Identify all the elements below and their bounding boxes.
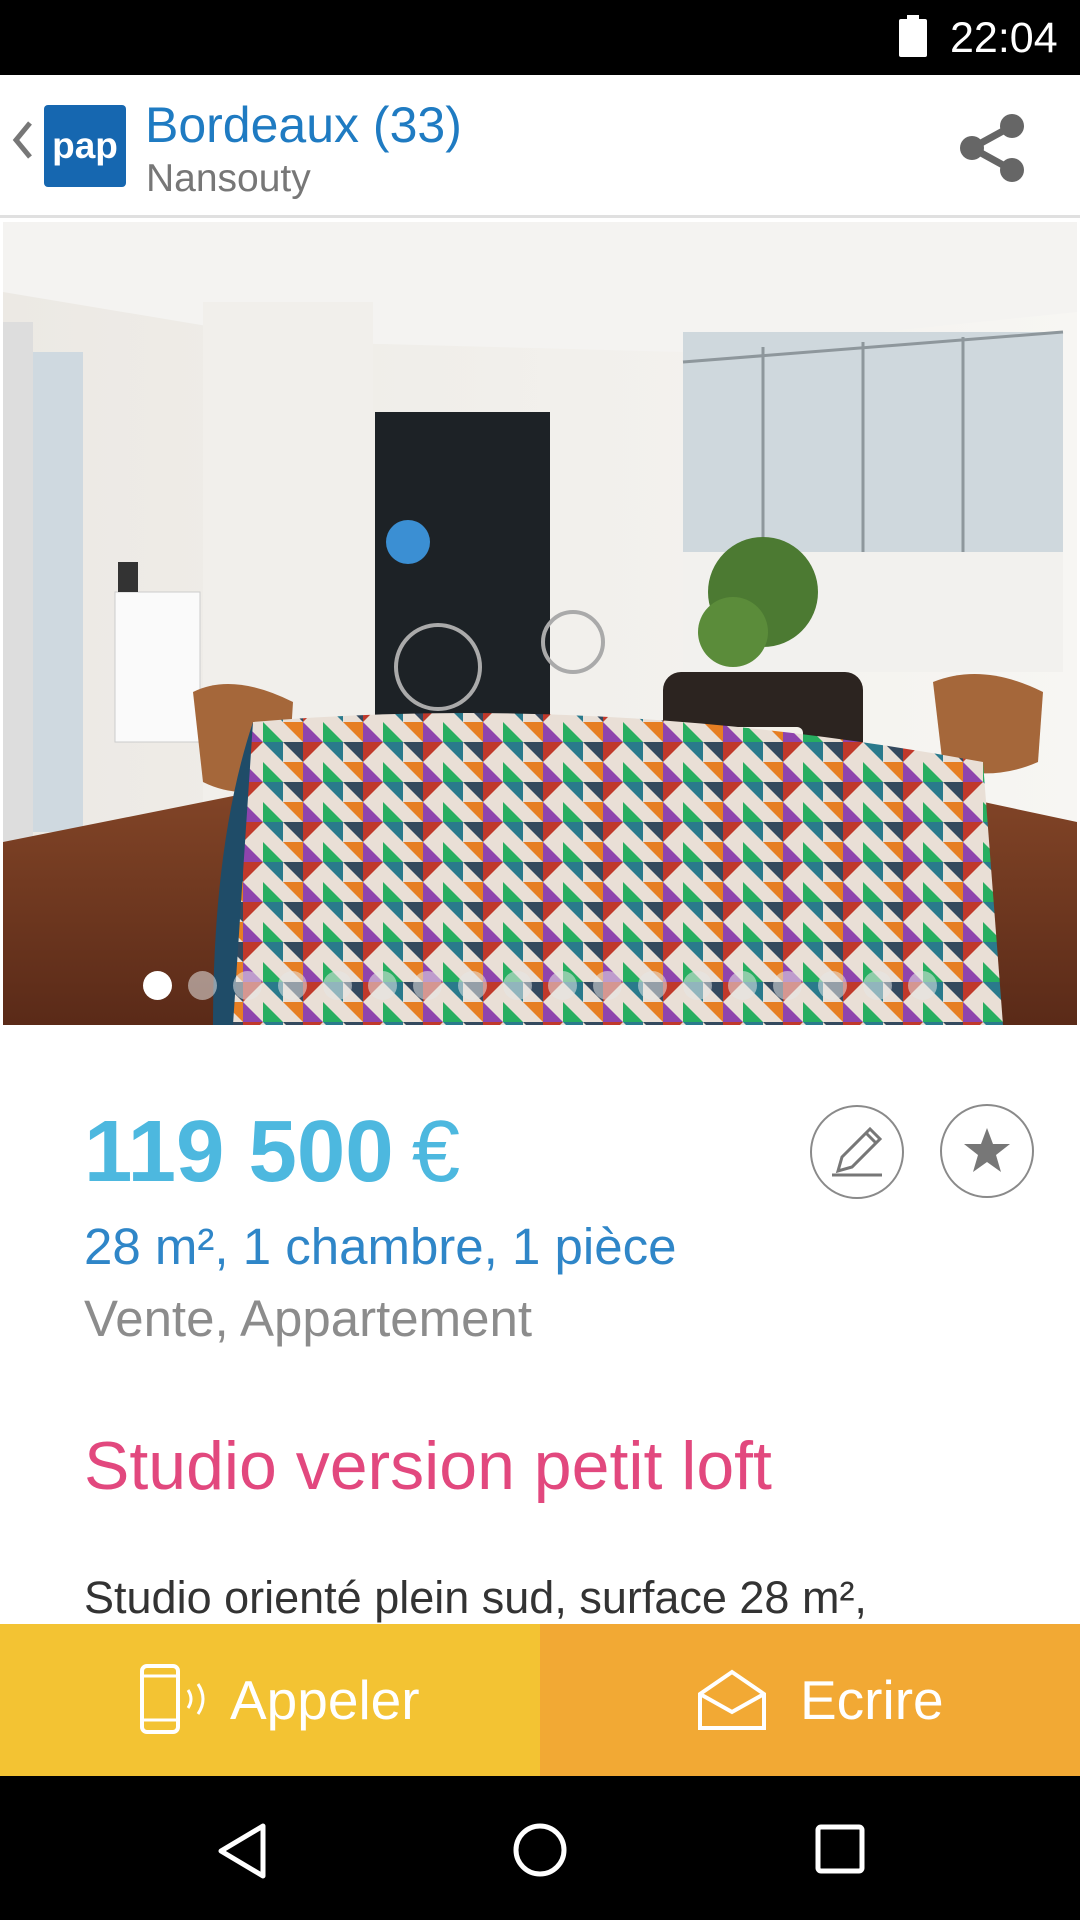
listing-description: Studio orienté plein sud, surface 28 m²,: [84, 1572, 867, 1623]
photo-pager[interactable]: [3, 971, 1077, 1000]
pager-dot[interactable]: [323, 971, 352, 1000]
chevron-left-icon[interactable]: [10, 115, 34, 165]
nav-recents-icon[interactable]: [815, 1824, 865, 1874]
status-bar: 22:04: [0, 0, 1080, 75]
app-bar: pap Bordeaux (33) Nansouty: [0, 75, 1080, 218]
pager-dot[interactable]: [548, 971, 577, 1000]
battery-icon: [899, 15, 927, 57]
call-button[interactable]: Appeler: [0, 1624, 540, 1776]
write-button[interactable]: Ecrire: [540, 1624, 1080, 1776]
nav-back-icon[interactable]: [215, 1822, 269, 1880]
phone-ringing-icon: [140, 1664, 205, 1734]
pager-dot[interactable]: [458, 971, 487, 1000]
pager-dot[interactable]: [773, 971, 802, 1000]
pager-dot[interactable]: [188, 971, 217, 1000]
pager-dot[interactable]: [278, 971, 307, 1000]
page-subtitle: Nansouty: [146, 157, 311, 200]
listing-photo-gallery[interactable]: [3, 222, 1077, 1025]
listing-title: Studio version petit loft: [84, 1428, 772, 1504]
star-icon: [964, 1128, 1010, 1172]
pager-dot[interactable]: [593, 971, 622, 1000]
page-title: Bordeaux (33): [145, 97, 462, 153]
pager-dot[interactable]: [413, 971, 442, 1000]
listing-type: Vente, Appartement: [84, 1290, 532, 1347]
edit-note-button[interactable]: [810, 1105, 904, 1199]
price-currency: €: [411, 1103, 461, 1200]
pager-dot[interactable]: [818, 971, 847, 1000]
pager-dot[interactable]: [638, 971, 667, 1000]
listing-price: 119 500 €: [84, 1104, 460, 1200]
pager-dot[interactable]: [368, 971, 397, 1000]
pager-dot[interactable]: [503, 971, 532, 1000]
living-room-photo: [3, 222, 1077, 1025]
pap-logo[interactable]: pap: [44, 105, 126, 187]
share-icon[interactable]: [954, 110, 1030, 186]
contact-actions: Appeler Ecrire: [0, 1624, 1080, 1776]
favorite-button[interactable]: [940, 1104, 1034, 1198]
envelope-icon: [698, 1669, 766, 1730]
pencil-icon: [832, 1126, 883, 1177]
write-label: Ecrire: [800, 1669, 944, 1731]
pager-dot[interactable]: [908, 971, 937, 1000]
pager-dot[interactable]: [683, 971, 712, 1000]
call-label: Appeler: [230, 1669, 420, 1731]
listing-specs: 28 m², 1 chambre, 1 pièce: [84, 1218, 677, 1275]
status-time: 22:04: [950, 14, 1058, 62]
system-nav-bar: [0, 1776, 1080, 1920]
pager-dot[interactable]: [143, 971, 172, 1000]
pager-dot[interactable]: [863, 971, 892, 1000]
pager-dot[interactable]: [728, 971, 757, 1000]
nav-home-icon[interactable]: [512, 1822, 568, 1878]
pager-dot[interactable]: [233, 971, 262, 1000]
price-amount: 119 500: [84, 1103, 394, 1200]
